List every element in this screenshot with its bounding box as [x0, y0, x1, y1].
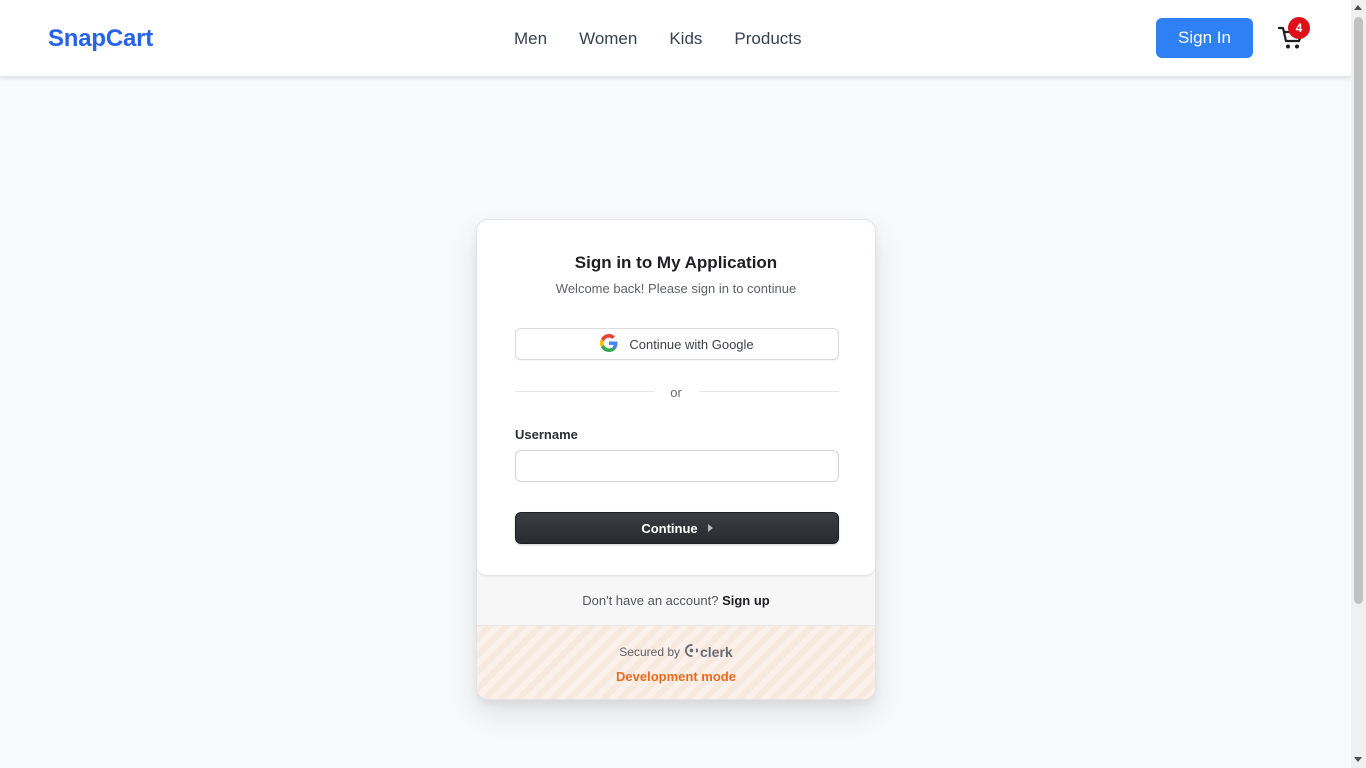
clerk-logo-icon — [685, 644, 698, 660]
signup-prompt-row: Don't have an account? Sign up — [477, 593, 875, 608]
divider-or-text: or — [670, 385, 682, 400]
development-mode-label: Development mode — [616, 669, 736, 684]
main-nav: Men Women Kids Products — [514, 29, 802, 49]
continue-with-google-button[interactable]: Continue with Google — [515, 328, 839, 360]
cart-count-badge: 4 — [1288, 17, 1310, 39]
brand-logo[interactable]: SnapCart — [48, 25, 153, 53]
clerk-logo[interactable]: clerk — [685, 644, 733, 660]
sign-up-link[interactable]: Sign up — [722, 593, 770, 608]
header-sign-in-button[interactable]: Sign In — [1156, 18, 1253, 58]
signup-prompt-text: Don't have an account? — [582, 593, 719, 608]
scroll-up-arrow-icon[interactable] — [1354, 5, 1362, 10]
secured-by-text: Secured by — [619, 645, 680, 659]
google-button-label: Continue with Google — [629, 336, 754, 352]
card-footer: Secured by clerk Development mode — [477, 625, 875, 699]
page-scrollbar[interactable] — [1351, 0, 1366, 768]
google-icon — [600, 333, 618, 355]
scrollbar-thumb[interactable] — [1354, 17, 1363, 604]
username-label: Username — [515, 427, 578, 442]
nav-link-men[interactable]: Men — [514, 29, 547, 49]
continue-button[interactable]: Continue — [515, 512, 839, 544]
nav-link-kids[interactable]: Kids — [669, 29, 702, 49]
nav-link-women[interactable]: Women — [579, 29, 637, 49]
username-input[interactable] — [515, 450, 839, 482]
divider-right — [699, 391, 839, 392]
caret-right-icon — [707, 524, 713, 532]
continue-button-label: Continue — [641, 520, 698, 536]
sign-in-title: Sign in to My Application — [574, 253, 778, 272]
nav-link-products[interactable]: Products — [734, 29, 801, 49]
sign-in-subtitle: Welcome back! Please sign in to continue — [555, 281, 797, 296]
scroll-down-arrow-icon[interactable] — [1354, 757, 1362, 762]
clerk-logo-text: clerk — [700, 644, 733, 660]
sign-in-form-panel: Sign in to My Application Welcome back! … — [477, 220, 875, 576]
secured-by-row: Secured by clerk — [477, 644, 875, 660]
navbar: SnapCart Men Women Kids Products Sign In… — [0, 0, 1351, 77]
sign-in-card: Sign in to My Application Welcome back! … — [476, 219, 876, 700]
